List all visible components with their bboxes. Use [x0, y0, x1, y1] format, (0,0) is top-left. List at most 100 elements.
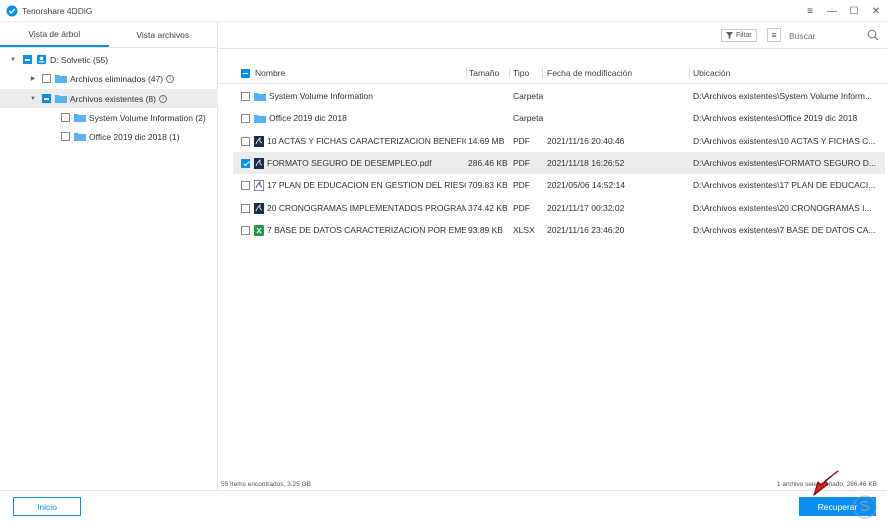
date-cell: 2021/05/06 14:52:14	[547, 180, 625, 190]
minimize-button[interactable]: —	[821, 0, 843, 22]
tree-item-label: System Volume Information (2)	[89, 112, 206, 123]
pdf-icon	[254, 179, 264, 191]
row-checkbox[interactable]	[241, 91, 250, 101]
menu-icon[interactable]: ≡	[799, 0, 821, 22]
search-input[interactable]	[789, 28, 864, 44]
location-cell: D:\Archivos existentes\System Volume Inf…	[693, 91, 873, 101]
date-cell: 2021/11/17 00:32:02	[547, 203, 625, 213]
column-header-location[interactable]: Ubicación	[693, 62, 730, 84]
home-button[interactable]: Inicio	[13, 497, 81, 516]
date-cell: 2021/11/16 23:46:20	[547, 225, 625, 235]
file-name: Office 2019 dic 2018	[269, 113, 347, 123]
column-header-date[interactable]: Fecha de modificación	[547, 62, 632, 84]
checkbox[interactable]	[42, 74, 51, 83]
checkbox[interactable]	[61, 132, 70, 141]
file-name: System Volume Information	[269, 91, 373, 101]
table-row[interactable]: 17 PLAN DE EDUCACION EN GESTION DEL RIES…	[233, 174, 885, 196]
row-checkbox[interactable]	[241, 136, 250, 146]
pdf-icon	[254, 157, 264, 169]
file-name: 10 ACTAS Y FICHAS CARACTERIZACION BENEFI…	[267, 136, 466, 146]
folder-icon	[254, 92, 266, 101]
size-cell: 286.46 KB	[468, 158, 508, 168]
column-divider[interactable]	[689, 68, 690, 78]
column-divider[interactable]	[466, 68, 467, 78]
folder-icon	[55, 75, 67, 83]
pdf-icon	[254, 135, 264, 147]
filter-icon	[726, 32, 733, 39]
tab-tree-view[interactable]: Vista de árbol	[0, 22, 109, 47]
tree-item-label: Archivos eliminados (47)	[70, 73, 164, 84]
file-name: 20 CRONOGRAMAS IMPLEMENTADOS PROGRAM...	[267, 203, 466, 213]
sidebar-tabs: Vista de árbol Vista archivos	[0, 22, 217, 48]
row-checkbox[interactable]	[241, 225, 250, 235]
type-cell: Carpeta	[513, 113, 544, 123]
column-divider[interactable]	[509, 68, 510, 78]
type-cell: PDF	[513, 180, 530, 190]
date-cell: 2021/11/18 16:26:52	[547, 158, 625, 168]
file-list-panel: Filtar ≡ Nombre Tamaño Tipo Fecha de mod…	[219, 22, 887, 490]
tree-item-existing[interactable]: ▼ Archivos existentes (8) i	[0, 89, 218, 108]
checkbox[interactable]	[42, 94, 51, 103]
tree-item-label: D: Solvetic (55)	[50, 54, 109, 65]
location-cell: D:\Archivos existentes\10 ACTAS Y FICHAS…	[693, 136, 876, 146]
search-icon[interactable]	[867, 29, 879, 41]
maximize-button[interactable]: ☐	[843, 0, 865, 22]
table-row[interactable]: Office 2019 dic 2018 Carpeta D:\Archivos…	[233, 107, 885, 129]
bottom-bar: Inicio Recuperar	[0, 490, 887, 522]
watermark-logo-icon	[853, 495, 877, 519]
table-row[interactable]: System Volume Information Carpeta D:\Arc…	[233, 85, 885, 107]
column-divider[interactable]	[542, 68, 543, 78]
location-cell: D:\Archivos existentes\20 CRONOGRAMAS I.…	[693, 203, 872, 213]
column-header-type[interactable]: Tipo	[513, 62, 529, 84]
chevron-down-icon[interactable]: ▼	[29, 96, 37, 102]
location-cell: D:\Archivos existentes\Office 2019 dic 2…	[693, 113, 858, 123]
arrow-annotation-icon	[813, 470, 839, 496]
table-row[interactable]: 10 ACTAS Y FICHAS CARACTERIZACION BENEFI…	[233, 130, 885, 152]
table-row[interactable]: FORMATO SEGURO DE DESEMPLEO.pdf 286.46 K…	[233, 152, 885, 174]
date-cell: 2021/11/16 20:40:46	[547, 136, 625, 146]
table-row[interactable]: 7 BASE DE DATOS CARACTERIZACION POR EMER…	[233, 219, 885, 241]
header-checkbox-cell[interactable]: Nombre	[241, 62, 285, 84]
location-cell: D:\Archivos existentes\17 PLAN DE EDUCAC…	[693, 180, 876, 190]
tree-item-drive[interactable]: ▼ D: Solvetic (55)	[0, 50, 218, 69]
tab-files-view[interactable]: Vista archivos	[109, 22, 218, 47]
checkbox[interactable]	[23, 55, 32, 64]
tree-item-label: Archivos existentes (8)	[70, 93, 156, 104]
sidebar: Vista de árbol Vista archivos ▼ D: Solve…	[0, 22, 218, 490]
name-cell: Office 2019 dic 2018	[241, 107, 347, 129]
size-cell: 709.83 KB	[468, 180, 508, 190]
list-view-button[interactable]: ≡	[767, 28, 781, 42]
type-cell: PDF	[513, 136, 530, 146]
table-row[interactable]: 20 CRONOGRAMAS IMPLEMENTADOS PROGRAM... …	[233, 197, 885, 219]
row-checkbox[interactable]	[241, 203, 250, 213]
size-cell: 93.89 KB	[468, 225, 503, 235]
folder-icon	[74, 133, 86, 141]
location-cell: D:\Archivos existentes\FORMATO SEGURO D.…	[693, 158, 876, 168]
row-checkbox[interactable]	[241, 180, 250, 190]
close-button[interactable]: ✕	[865, 0, 887, 22]
info-icon[interactable]: i	[166, 74, 175, 83]
size-cell: 14.69 MB	[468, 136, 505, 146]
type-cell: PDF	[513, 203, 530, 213]
filter-button[interactable]: Filtar	[721, 29, 757, 42]
column-header-name[interactable]: Nombre	[255, 68, 285, 78]
name-cell: 7 BASE DE DATOS CARACTERIZACION POR EMER…	[241, 219, 466, 241]
location-cell: D:\Archivos existentes\7 BASE DE DATOS C…	[693, 225, 876, 235]
select-all-checkbox[interactable]	[241, 68, 250, 78]
pdf-icon	[254, 202, 264, 214]
chevron-right-icon[interactable]: ▶	[29, 75, 37, 82]
column-header-size[interactable]: Tamaño	[469, 62, 499, 84]
tree-item-deleted[interactable]: ▶ Archivos eliminados (47) i	[0, 69, 218, 88]
tree-item-office[interactable]: Office 2019 dic 2018 (1)	[0, 127, 218, 146]
file-name: 7 BASE DE DATOS CARACTERIZACION POR EMER…	[267, 225, 466, 235]
size-cell: 374.42 KB	[468, 203, 508, 213]
type-cell: XLSX	[513, 225, 535, 235]
row-checkbox[interactable]	[241, 158, 250, 168]
filter-label: Filtar	[736, 32, 752, 39]
xlsx-icon	[254, 224, 264, 236]
chevron-down-icon[interactable]: ▼	[9, 57, 17, 63]
row-checkbox[interactable]	[241, 113, 250, 123]
checkbox[interactable]	[61, 113, 70, 122]
tree-item-system-volume[interactable]: System Volume Information (2)	[0, 108, 218, 127]
info-icon[interactable]: i	[158, 94, 167, 103]
